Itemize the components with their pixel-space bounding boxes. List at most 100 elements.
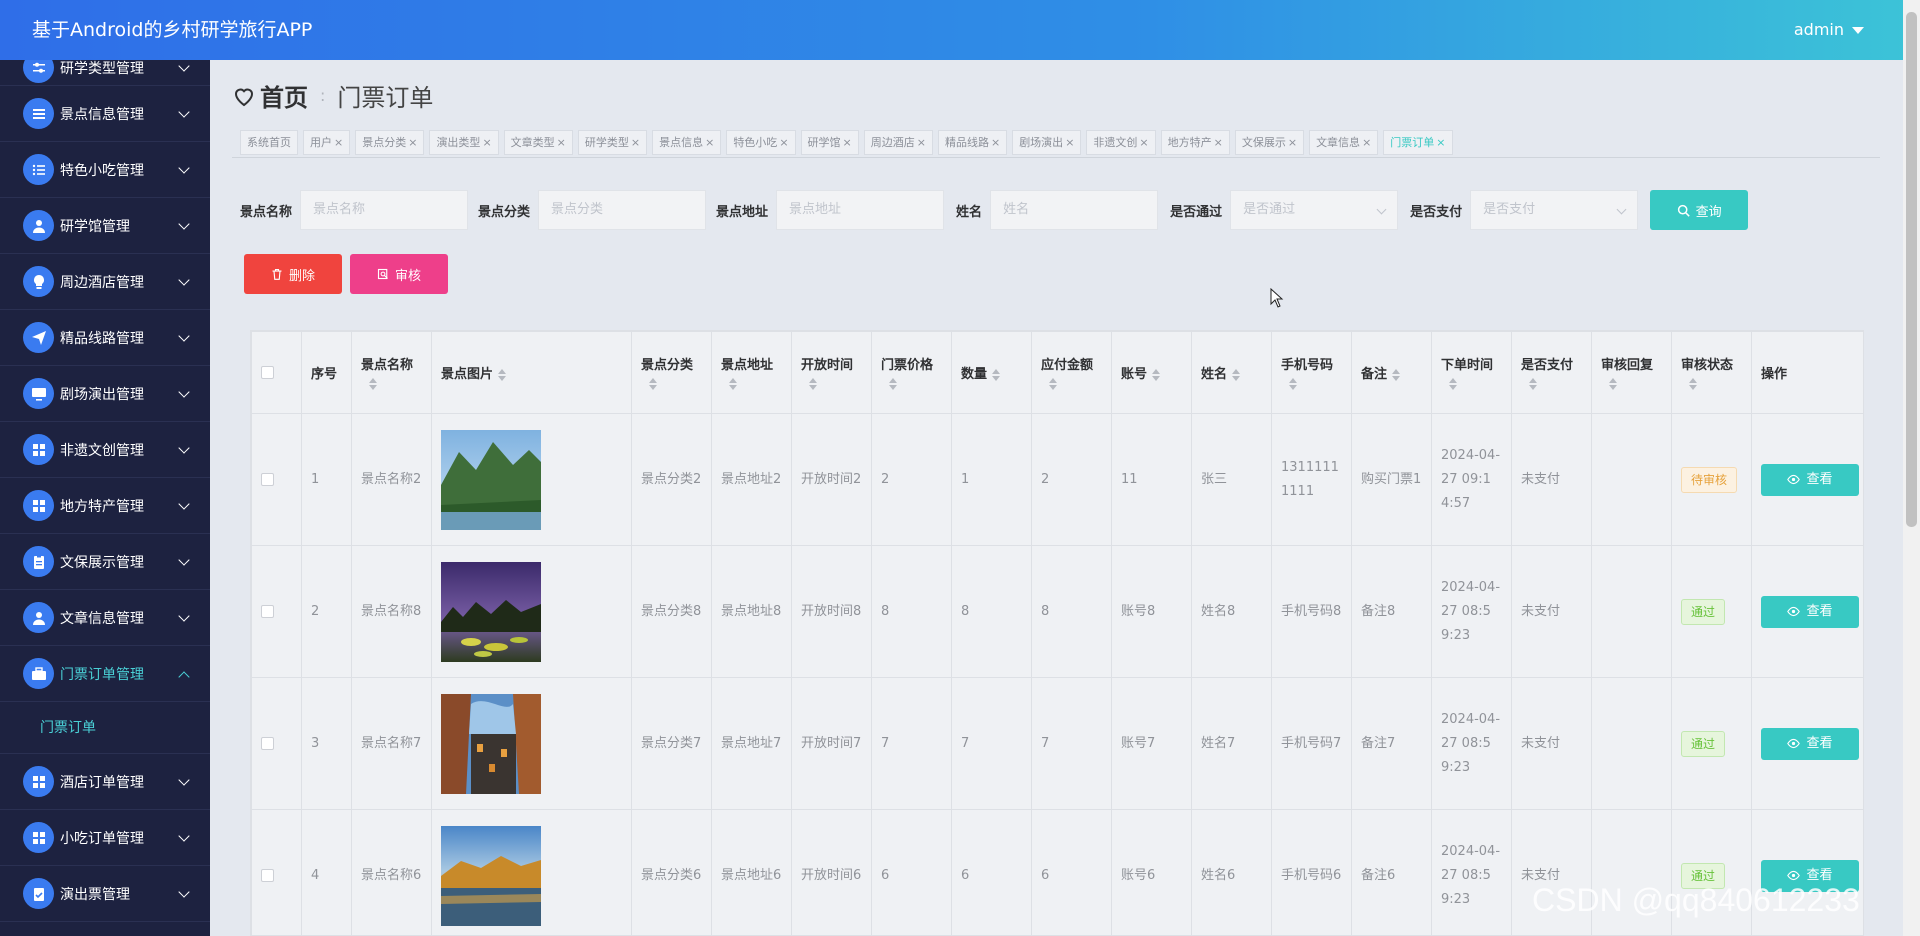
row-checkbox[interactable] <box>261 605 274 618</box>
page-scrollbar[interactable] <box>1903 0 1920 936</box>
tag-study-type[interactable]: 研学类型 × <box>577 130 648 155</box>
close-icon[interactable]: × <box>1139 136 1148 149</box>
column-header[interactable]: 景点分类 <box>631 331 712 414</box>
column-header[interactable]: 姓名 <box>1191 331 1272 414</box>
sidebar-item-specialty[interactable]: 地方特产管理 <box>0 478 210 534</box>
tag-show-type[interactable]: 演出类型 × <box>429 130 499 155</box>
sidebar-item-ticket-order[interactable]: 门票订单管理 <box>0 646 210 702</box>
view-button[interactable]: 查看 <box>1761 595 1859 628</box>
sort-icon[interactable] <box>1281 377 1342 392</box>
tag-article-type[interactable]: 文章类型 × <box>503 130 573 155</box>
scenic-category-input[interactable]: 景点分类 <box>538 190 707 230</box>
breadcrumb-home[interactable]: 首页 <box>260 78 308 113</box>
close-icon[interactable]: × <box>1362 136 1371 149</box>
close-icon[interactable]: × <box>991 136 1000 149</box>
tag-heritage[interactable]: 非遗文创 × <box>1086 130 1156 155</box>
tag-article[interactable]: 文章信息 × <box>1309 130 1379 155</box>
column-header[interactable]: 景点图片 <box>431 331 632 414</box>
sidebar-item-hotel[interactable]: 周边酒店管理 <box>0 254 210 310</box>
close-icon[interactable]: × <box>482 136 491 149</box>
sidebar-item-route[interactable]: 精品线路管理 <box>0 310 210 366</box>
view-button[interactable]: 查看 <box>1761 727 1859 760</box>
scenic-image[interactable] <box>441 561 541 662</box>
sort-icon[interactable] <box>1232 368 1241 381</box>
column-header[interactable]: 账号 <box>1111 331 1192 414</box>
scenic-address-input[interactable]: 景点地址 <box>776 190 945 230</box>
approved-select[interactable]: 是否通过 <box>1230 190 1399 230</box>
sidebar-item-show-ticket[interactable]: 演出票管理 <box>0 866 210 922</box>
column-header[interactable]: 景点地址 <box>711 331 792 414</box>
column-header[interactable]: 备注 <box>1351 331 1432 414</box>
close-icon[interactable]: × <box>705 136 714 149</box>
close-icon[interactable]: × <box>557 136 566 149</box>
tag-study-hall[interactable]: 研学馆 × <box>800 130 859 155</box>
column-header[interactable]: 景点名称 <box>351 331 432 414</box>
sort-icon[interactable] <box>1041 377 1102 392</box>
delete-button[interactable]: 删除 <box>244 254 342 294</box>
close-icon[interactable]: × <box>1436 136 1445 149</box>
tag-scenic-category[interactable]: 景点分类 × <box>355 130 425 155</box>
sidebar-item-hotel-order[interactable]: 酒店订单管理 <box>0 754 210 810</box>
view-button[interactable]: 查看 <box>1761 463 1859 496</box>
tag-hotel[interactable]: 周边酒店 × <box>863 130 933 155</box>
sort-icon[interactable] <box>361 377 422 392</box>
paid-select[interactable]: 是否支付 <box>1470 190 1639 230</box>
row-checkbox[interactable] <box>261 737 274 750</box>
sort-icon[interactable] <box>1521 377 1582 392</box>
row-checkbox[interactable] <box>261 473 274 486</box>
user-menu[interactable]: admin <box>1794 0 1864 60</box>
sort-icon[interactable] <box>801 377 862 392</box>
sort-icon[interactable] <box>498 368 507 381</box>
sidebar-item-heritage[interactable]: 非遗文创管理 <box>0 422 210 478</box>
scenic-image[interactable] <box>441 429 541 530</box>
sidebar-item-article[interactable]: 文章信息管理 <box>0 590 210 646</box>
name-input[interactable]: 姓名 <box>990 190 1159 230</box>
close-icon[interactable]: × <box>1065 136 1074 149</box>
sort-icon[interactable] <box>1601 377 1662 392</box>
column-header[interactable]: 开放时间 <box>791 331 872 414</box>
sidebar-subitem-ticket-order[interactable]: 门票订单 <box>0 702 210 754</box>
scrollbar-thumb[interactable] <box>1906 12 1917 527</box>
tag-scenic-info[interactable]: 景点信息 × <box>652 130 722 155</box>
scenic-image[interactable] <box>441 693 541 794</box>
close-icon[interactable]: × <box>843 136 852 149</box>
tag-user[interactable]: 用户 × <box>303 130 351 155</box>
sidebar-item-study-type[interactable]: 研学类型管理 <box>0 60 210 86</box>
close-icon[interactable]: × <box>1288 136 1297 149</box>
sidebar-item-snack-order[interactable]: 小吃订单管理 <box>0 810 210 866</box>
sort-icon[interactable] <box>641 377 702 392</box>
select-all-checkbox[interactable] <box>261 366 274 379</box>
close-icon[interactable]: × <box>917 136 926 149</box>
tag-relic[interactable]: 文保展示 × <box>1234 130 1305 155</box>
column-header[interactable]: 手机号码 <box>1271 331 1352 414</box>
sort-icon[interactable] <box>1392 368 1401 381</box>
scenic-name-input[interactable]: 景点名称 <box>300 190 469 230</box>
audit-button[interactable]: 审核 <box>350 254 448 294</box>
sort-icon[interactable] <box>1681 377 1742 392</box>
column-header[interactable]: 门票价格 <box>871 331 952 414</box>
sidebar-item-scenic-info[interactable]: 景点信息管理 <box>0 86 210 142</box>
scenic-image[interactable] <box>441 825 541 926</box>
sort-icon[interactable] <box>992 368 1001 381</box>
tag-home[interactable]: 系统首页 <box>240 130 298 155</box>
tag-snack[interactable]: 特色小吃 × <box>726 130 796 155</box>
sidebar-item-snack[interactable]: 特色小吃管理 <box>0 142 210 198</box>
query-button[interactable]: 查询 <box>1650 190 1749 230</box>
close-icon[interactable]: × <box>779 136 788 149</box>
sidebar-item-theater[interactable]: 剧场演出管理 <box>0 366 210 422</box>
sort-icon[interactable] <box>1441 377 1502 392</box>
close-icon[interactable]: × <box>631 136 640 149</box>
column-header[interactable]: 下单时间 <box>1431 331 1512 414</box>
tag-route[interactable]: 精品线路 × <box>937 130 1008 155</box>
close-icon[interactable]: × <box>334 136 343 149</box>
sidebar-item-relic[interactable]: 文保展示管理 <box>0 534 210 590</box>
row-checkbox[interactable] <box>261 869 274 882</box>
column-header[interactable]: 审核状态 <box>1671 331 1752 414</box>
tag-theater[interactable]: 剧场演出 × <box>1012 130 1082 155</box>
column-header[interactable]: 审核回复 <box>1591 331 1672 414</box>
sort-icon[interactable] <box>721 377 782 392</box>
close-icon[interactable]: × <box>408 136 417 149</box>
close-icon[interactable]: × <box>1214 136 1223 149</box>
sidebar-item-study-hall[interactable]: 研学馆管理 <box>0 198 210 254</box>
column-header[interactable]: 数量 <box>951 331 1032 414</box>
